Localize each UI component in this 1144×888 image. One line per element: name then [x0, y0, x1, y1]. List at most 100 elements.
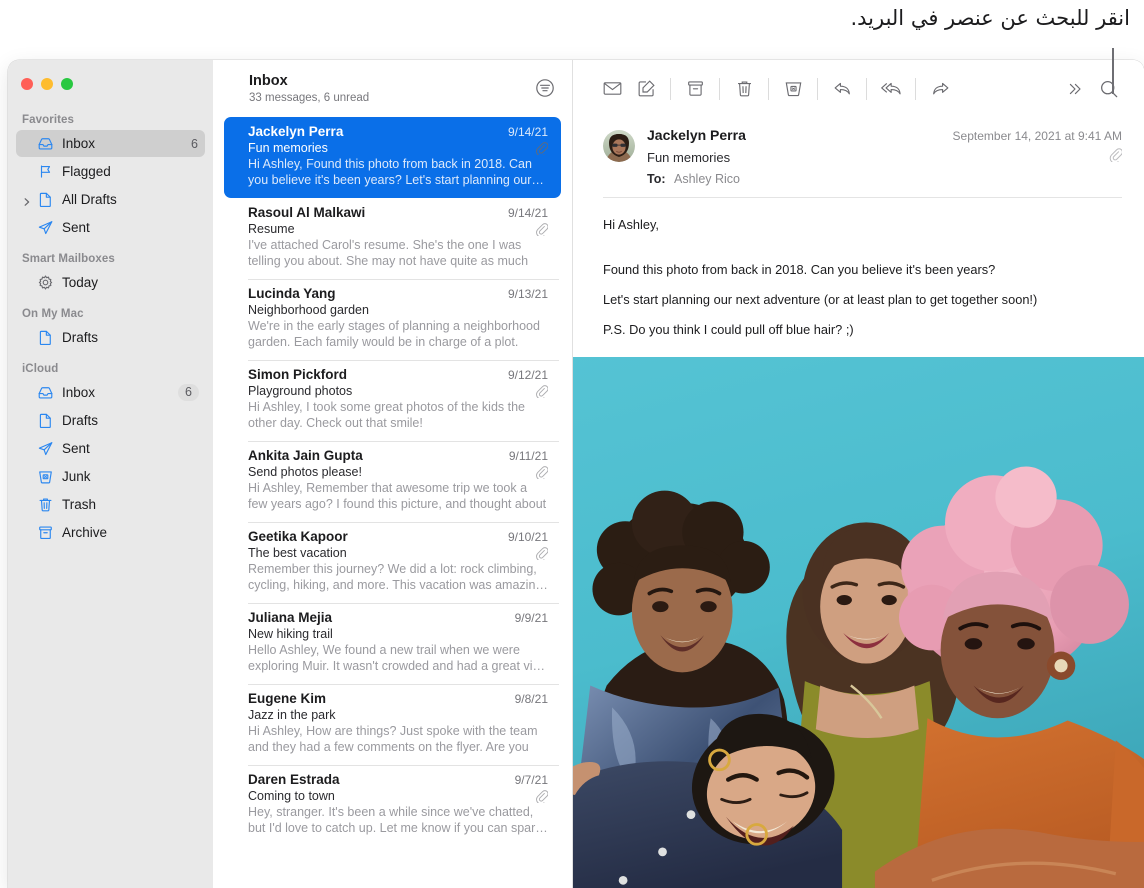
message-sender-name: Daren Estrada [248, 772, 340, 787]
sidebar-item-archive[interactable]: Archive [16, 519, 205, 546]
delete-icon[interactable] [727, 74, 761, 104]
sidebar-group-header: iCloud [8, 363, 213, 378]
message-body: Hi Ashley, Found this photo from back in… [573, 198, 1144, 351]
message-sender: Jackelyn Perra [647, 127, 746, 143]
junk-icon[interactable] [776, 74, 810, 104]
attachment-icon [1109, 147, 1122, 167]
drafts-icon [36, 329, 54, 347]
get-mail-icon[interactable] [595, 74, 629, 104]
message-list-item[interactable]: Eugene Kim 9/8/21 Jazz in the park Hi As… [224, 684, 561, 765]
forward-icon[interactable] [923, 74, 957, 104]
flag-icon [36, 163, 54, 181]
message-list-item[interactable]: Rasoul Al Malkawi 9/14/21 Resume I've at… [224, 198, 561, 279]
sidebar-item-label: Today [62, 275, 205, 290]
sidebar-item-today[interactable]: Today [16, 269, 205, 296]
sidebar-item-label: Flagged [62, 164, 205, 179]
unread-count-badge: 6 [178, 384, 199, 401]
mail-toolbar [573, 60, 1144, 117]
message-list-item[interactable]: Daren Estrada 9/7/21 Coming to town Hey,… [224, 765, 561, 846]
mail-window: FavoritesInbox6FlaggedAll DraftsSentSmar… [8, 60, 1144, 888]
close-button[interactable] [21, 78, 33, 90]
message-preview: Hi Ashley, Found this photo from back in… [248, 157, 548, 188]
sidebar-item-trash[interactable]: Trash [16, 491, 205, 518]
sidebar-item-drafts[interactable]: Drafts [16, 407, 205, 434]
sidebar-item-flagged[interactable]: Flagged [16, 158, 205, 185]
toolbar-divider [670, 78, 671, 100]
archive-icon[interactable] [678, 74, 712, 104]
sidebar-group-header: Smart Mailboxes [8, 253, 213, 268]
sidebar-item-all-drafts[interactable]: All Drafts [16, 186, 205, 213]
to-recipient[interactable]: Ashley Rico [674, 172, 740, 186]
search-icon[interactable] [1092, 74, 1126, 104]
sidebar-item-label: Junk [62, 469, 205, 484]
more-icon[interactable] [1058, 74, 1092, 104]
message-list[interactable]: Jackelyn Perra 9/14/21 Fun memories Hi A… [213, 117, 572, 888]
message-preview: Hi Ashley, Remember that awesome trip we… [248, 481, 548, 512]
sidebar-item-label: Sent [62, 441, 205, 456]
toolbar-divider [915, 78, 916, 100]
message-attachment-photo[interactable] [573, 357, 1144, 888]
sidebar-item-sent[interactable]: Sent [16, 435, 205, 462]
message-list-item[interactable]: Simon Pickford 9/12/21 Playground photos… [224, 360, 561, 441]
attachment-icon [535, 789, 548, 803]
compose-icon[interactable] [629, 74, 663, 104]
body-paragraph: P.S. Do you think I could pull off blue … [603, 321, 1114, 338]
attachment-icon [535, 141, 548, 155]
message-subject: Send photos please! [248, 465, 362, 479]
gear-icon [36, 274, 54, 292]
message-date: 9/9/21 [507, 611, 548, 625]
sidebar-item-sent[interactable]: Sent [16, 214, 205, 241]
message-preview: Hi Ashley, How are things? Just spoke wi… [248, 724, 548, 755]
attachment-icon [535, 546, 548, 560]
message-subject: Jazz in the park [248, 708, 336, 722]
message-list-item[interactable]: Lucinda Yang 9/13/21 Neighborhood garden… [224, 279, 561, 360]
zoom-button[interactable] [61, 78, 73, 90]
sidebar-item-label: Archive [62, 525, 205, 540]
sidebar-group-header: On My Mac [8, 308, 213, 323]
filter-icon[interactable] [534, 77, 556, 99]
chevron-right-icon[interactable] [22, 195, 32, 205]
message-date: 9/12/21 [500, 368, 548, 382]
sidebar-item-drafts[interactable]: Drafts [16, 324, 205, 351]
sidebar-item-label: Sent [62, 220, 205, 235]
sidebar-item-inbox[interactable]: Inbox6 [16, 379, 205, 406]
message-sender-name: Rasoul Al Malkawi [248, 205, 365, 220]
message-preview: We're in the early stages of planning a … [248, 319, 548, 350]
message-date: 9/14/21 [500, 206, 548, 220]
message-date: 9/10/21 [500, 530, 548, 544]
sidebar-item-label: Drafts [62, 330, 205, 345]
mailbox-status: 33 messages, 6 unread [249, 92, 369, 104]
sidebar-group-header: Favorites [8, 114, 213, 129]
sidebar-item-inbox[interactable]: Inbox6 [16, 130, 205, 157]
message-subject: Neighborhood garden [248, 303, 369, 317]
message-preview: Hey, stranger. It's been a while since w… [248, 805, 548, 836]
attachment-icon [535, 384, 548, 398]
message-date: 9/11/21 [501, 449, 548, 463]
reply-all-icon[interactable] [874, 74, 908, 104]
sidebar-item-junk[interactable]: Junk [16, 463, 205, 490]
trash-icon [36, 496, 54, 514]
message-preview: Remember this journey? We did a lot: roc… [248, 562, 548, 593]
sent-icon [36, 219, 54, 237]
message-list-item[interactable]: Ankita Jain Gupta 9/11/21 Send photos pl… [224, 441, 561, 522]
junk-icon [36, 468, 54, 486]
message-subject: New hiking trail [248, 627, 333, 641]
message-date: 9/7/21 [507, 773, 548, 787]
unread-count-badge: 6 [191, 137, 205, 151]
sidebar-item-label: Inbox [62, 385, 178, 400]
message-date: 9/13/21 [500, 287, 548, 301]
message-sender-name: Eugene Kim [248, 691, 326, 706]
message-list-item[interactable]: Juliana Mejia 9/9/21 New hiking trail He… [224, 603, 561, 684]
reply-icon[interactable] [825, 74, 859, 104]
message-date: 9/14/21 [500, 125, 548, 139]
sidebar-item-label: Drafts [62, 413, 205, 428]
minimize-button[interactable] [41, 78, 53, 90]
callout-text: انقر للبحث عن عنصر في البريد. [850, 6, 1130, 30]
message-list-item[interactable]: Geetika Kapoor 9/10/21 The best vacation… [224, 522, 561, 603]
message-list-item[interactable]: Jackelyn Perra 9/14/21 Fun memories Hi A… [224, 117, 561, 198]
message-list-header: Inbox 33 messages, 6 unread [213, 60, 572, 117]
sidebar-item-label: All Drafts [62, 192, 205, 207]
message-date: 9/8/21 [507, 692, 548, 706]
message-sender-name: Jackelyn Perra [248, 124, 343, 139]
message-sender-name: Geetika Kapoor [248, 529, 348, 544]
